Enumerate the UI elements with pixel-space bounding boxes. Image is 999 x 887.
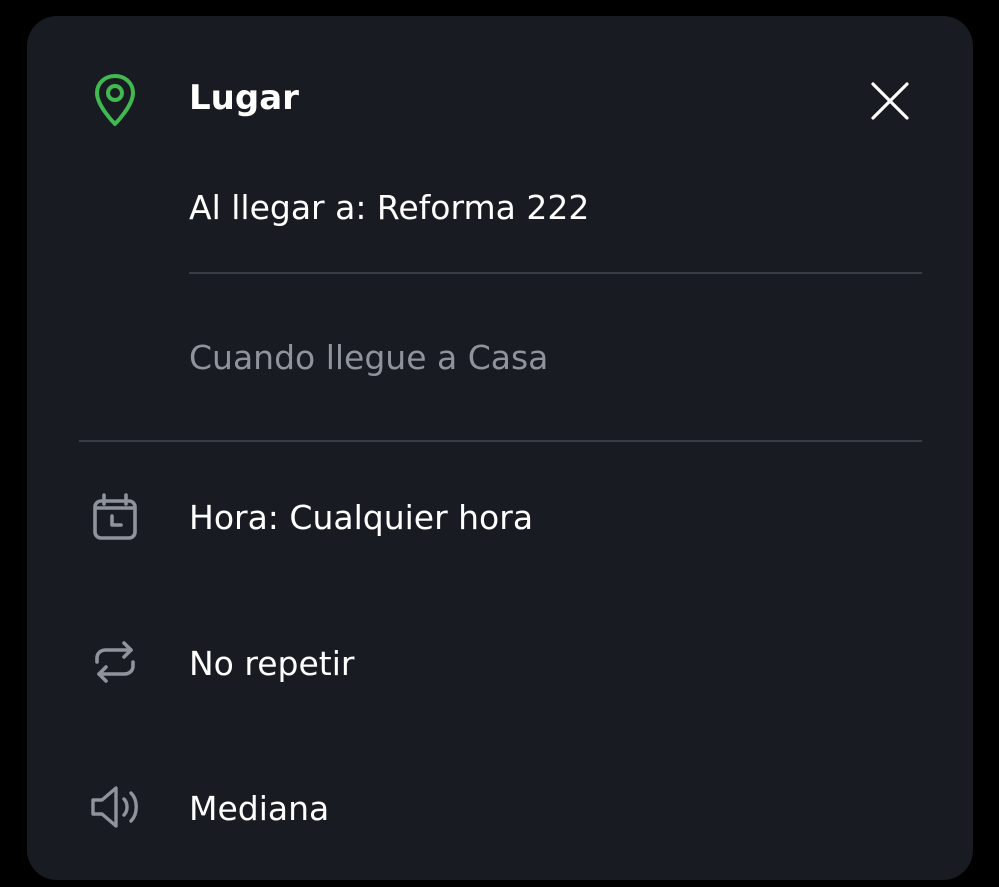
section-divider: [79, 440, 922, 442]
speaker-icon: [91, 786, 138, 828]
calendar-clock-icon: [93, 493, 137, 540]
time-label: Hora: Cualquier hora: [189, 498, 534, 537]
location-pin-icon: [95, 74, 135, 126]
repeat-icon: [95, 641, 135, 683]
repeat-label: No repetir: [189, 644, 355, 683]
place-dialog: Lugar Al llegar a: Reforma 222 Cuando ll…: [27, 16, 973, 880]
dialog-title: Lugar: [189, 78, 299, 118]
close-icon: [871, 82, 909, 120]
volume-label: Mediana: [189, 789, 330, 828]
home-arrival-option[interactable]: Cuando llegue a Casa: [189, 341, 548, 374]
selected-location[interactable]: Al llegar a: Reforma 222: [189, 191, 589, 224]
close-button[interactable]: [863, 76, 915, 128]
location-divider: [189, 272, 922, 274]
